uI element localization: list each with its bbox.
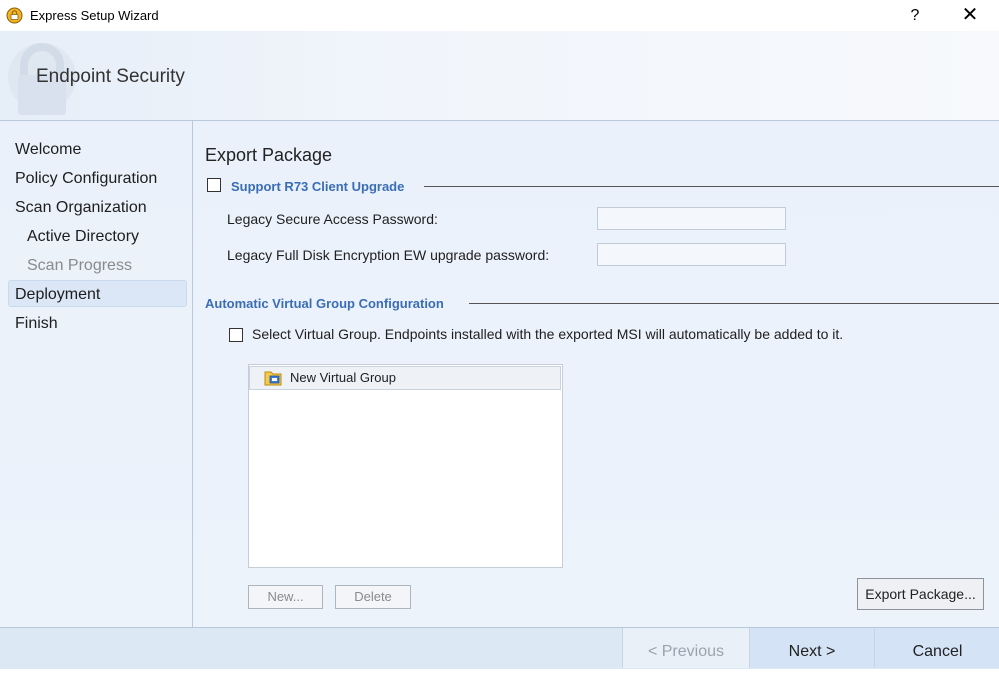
virtual-group-section-label: Automatic Virtual Group Configuration — [205, 296, 444, 311]
cancel-button[interactable]: Cancel — [874, 628, 999, 668]
delete-virtual-group-button[interactable]: Delete — [335, 585, 411, 609]
legacy-secure-access-password-field[interactable] — [597, 207, 786, 230]
nav-step-active-directory[interactable]: Active Directory — [27, 228, 139, 246]
export-package-button[interactable]: Export Package... — [857, 578, 984, 610]
virtual-group-folder-icon — [264, 371, 282, 386]
wizard-steps-nav — [0, 121, 193, 627]
next-button[interactable]: Next > — [749, 628, 874, 668]
previous-button[interactable]: < Previous — [622, 628, 749, 668]
new-virtual-group-button[interactable]: New... — [248, 585, 323, 609]
nav-step-policy-configuration[interactable]: Policy Configuration — [15, 170, 157, 188]
nav-step-welcome[interactable]: Welcome — [15, 141, 81, 159]
select-virtual-group-checkbox[interactable] — [229, 328, 243, 342]
legacy-fde-password-field[interactable] — [597, 243, 786, 266]
help-button[interactable]: ? — [902, 3, 928, 28]
legacy-secure-access-password-label: Legacy Secure Access Password: — [227, 211, 438, 227]
support-r73-checkbox[interactable] — [207, 178, 221, 192]
nav-step-finish[interactable]: Finish — [15, 315, 58, 333]
app-lock-icon — [6, 7, 23, 24]
window-title: Express Setup Wizard — [30, 8, 159, 23]
virtual-group-list[interactable] — [248, 364, 563, 568]
section-divider — [424, 186, 999, 187]
page-title: Export Package — [205, 145, 333, 165]
select-virtual-group-label[interactable]: Select Virtual Group. Endpoints installe… — [252, 326, 843, 342]
nav-step-scan-progress: Scan Progress — [27, 257, 132, 274]
list-item-label: New Virtual Group — [290, 370, 396, 385]
close-button[interactable]: ✕ — [955, 3, 985, 28]
section-divider — [469, 303, 999, 304]
support-r73-label: Support R73 Client Upgrade — [231, 179, 405, 194]
nav-step-deployment[interactable]: Deployment — [15, 286, 100, 304]
nav-step-scan-organization[interactable]: Scan Organization — [15, 199, 147, 217]
legacy-fde-password-label: Legacy Full Disk Encryption EW upgrade p… — [227, 247, 550, 263]
product-name: Endpoint Security — [36, 66, 185, 87]
